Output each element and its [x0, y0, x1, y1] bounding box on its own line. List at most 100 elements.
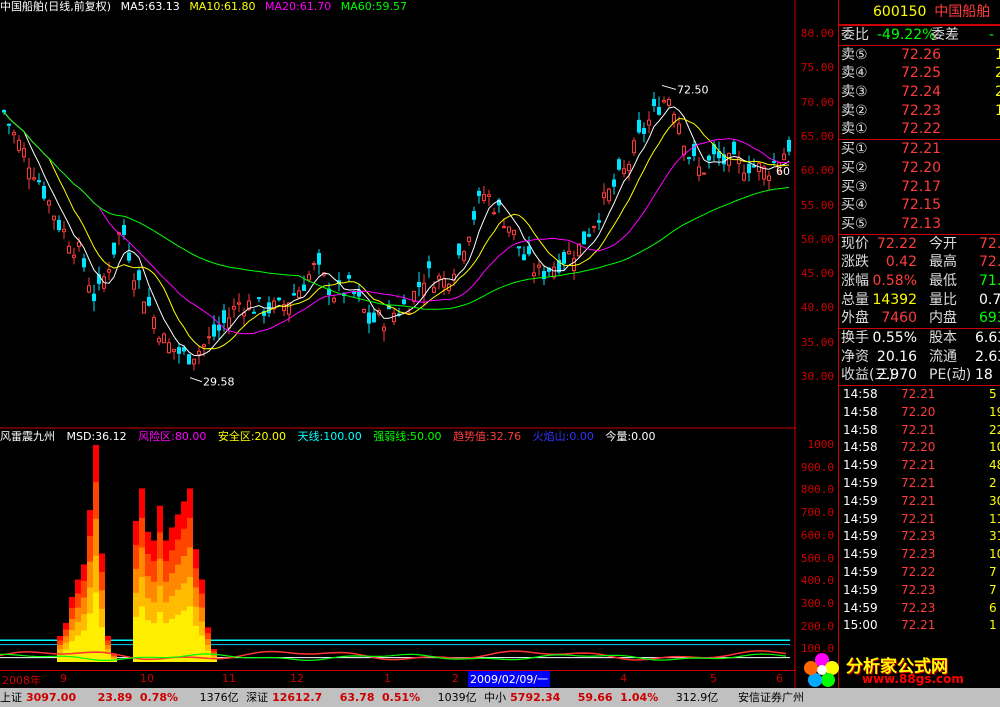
x-tick: 10 [140, 672, 154, 685]
candle-body [372, 312, 376, 323]
quote-label: 今开 [929, 235, 957, 252]
ma20-line [3, 111, 790, 335]
indicator-strong: 强弱线:50.00 [373, 430, 442, 443]
x-tick: 1 [384, 672, 391, 685]
candle-body [7, 123, 11, 126]
x-tick: 9 [60, 672, 67, 685]
flame-bar [99, 553, 105, 662]
candle-body [622, 168, 626, 175]
indicator-tick: 400.0 [800, 574, 834, 588]
quote-header: 600150 中国船舶 [839, 0, 1000, 25]
watermark-url[interactable]: www.88gs.com [862, 672, 964, 686]
candle-body [687, 157, 691, 160]
order-row: 买⑤ 72.13 [839, 215, 1000, 234]
candle-body [302, 284, 306, 292]
candle-body [582, 231, 586, 245]
x-tick: 2008年 [2, 674, 41, 687]
stock-name: 中国船舶 [934, 4, 991, 20]
flame-bar [175, 514, 181, 662]
candle-body [742, 172, 746, 181]
weicha-value: - [989, 27, 995, 43]
quote-label: 最高 [929, 254, 957, 271]
tick-price: 72.21 [901, 618, 936, 633]
tick-volume: 10 [989, 547, 1000, 562]
tick-time: 14:59 [843, 476, 878, 491]
ma5-line [3, 106, 790, 357]
candle-body [237, 302, 241, 305]
quote-label: 现价 [841, 235, 869, 252]
quote-stats: 现价 72.22 今开 72.0 涨跌 0.42 最高 72.5 涨幅0.58% 最低 71.3 总量… [839, 233, 1000, 328]
order-price: 72.26 [901, 46, 942, 63]
info-value: 18 [975, 367, 993, 384]
tick-volume: 2 [989, 476, 997, 491]
candle-body [667, 98, 671, 106]
price-tick: 35.00 [800, 335, 834, 349]
info-value: 2.970 [876, 367, 917, 384]
candle-body [167, 342, 171, 354]
candle-body [752, 165, 756, 168]
candle-body [602, 192, 606, 199]
tick-time: 14:59 [843, 600, 878, 615]
tick-price: 72.21 [901, 387, 936, 402]
weicha-label: 委差 [931, 27, 959, 43]
candle-body [37, 180, 41, 183]
candle-body [12, 132, 16, 136]
price-tick: 75.00 [800, 61, 834, 75]
candle-body [87, 285, 91, 293]
candle-body [572, 258, 576, 272]
tick-time: 14:59 [843, 458, 878, 473]
candle-body [382, 326, 386, 332]
candle-body [647, 119, 651, 126]
indicator-legend: 风雷震九州 MSD:36.12 风险区:80.00 安全区:20.00 天线:1… [0, 430, 664, 444]
candle-body [412, 291, 416, 302]
indicator-risk: 风险区:80.00 [138, 430, 207, 443]
sh-value: 3097.00 [26, 691, 77, 704]
flame-bar [199, 579, 205, 662]
flame-bar [75, 579, 81, 662]
tick-price: 72.21 [901, 476, 936, 491]
sh-pct: 0.78% [139, 691, 179, 704]
flame-bar [169, 527, 175, 662]
kline-chart[interactable]: 72.50 29.58 60 [0, 0, 796, 690]
cursor-date: 2009/02/09/一 [468, 671, 551, 687]
x-tick: 5 [710, 672, 717, 685]
candle-body [82, 258, 86, 268]
candle-body [132, 280, 136, 290]
ma20-value: MA20:61.70 [265, 0, 332, 13]
order-row: 买④ 72.15 [839, 196, 1000, 215]
chart-area[interactable]: 72.50 29.58 60 中国船舶(日线,前复权) MA5:63.13 MA10… [0, 0, 796, 707]
candle-body [282, 304, 286, 312]
sh-change: 23.89 [97, 691, 133, 704]
flame-bar [193, 549, 199, 662]
candle-body [92, 293, 96, 302]
tick-row: 15:00 72.21 1 [839, 617, 1000, 635]
tick-volume: 10 [989, 440, 1000, 455]
flame-bar [133, 520, 139, 662]
candle-body [487, 194, 491, 197]
order-row: 卖① 72.22 [839, 120, 1000, 139]
candle-body [437, 275, 441, 280]
order-price: 72.17 [901, 178, 942, 195]
order-row: 买① 72.21 [839, 140, 1000, 159]
candle-body [52, 215, 56, 221]
tick-time: 14:58 [843, 422, 878, 437]
candle-body [157, 338, 161, 343]
quote-value: 0.42 [885, 254, 917, 271]
candle-body [17, 139, 21, 151]
order-volume: 1 [995, 46, 1000, 63]
candle-body [737, 157, 741, 164]
candle-body [502, 226, 506, 229]
tick-list[interactable]: 14:5872.21514:5872.201914:5872.212214:58… [839, 385, 1000, 635]
tick-volume: 31 [989, 529, 1000, 544]
candle-body [367, 312, 371, 324]
candle-body [332, 297, 336, 303]
sh-label: 上证 [0, 691, 22, 704]
tick-volume: 19 [989, 404, 1000, 419]
info-row: 净资 20.16 流通 2.63 [839, 348, 1000, 367]
tick-volume: 7 [989, 565, 997, 580]
quote-value: 72.0 [979, 235, 1000, 252]
order-label: 买④ [841, 197, 868, 214]
flame-bar [205, 627, 211, 662]
indicator-trend: 趋势值:32.76 [452, 430, 522, 443]
sz-label: 深证 [246, 691, 269, 704]
